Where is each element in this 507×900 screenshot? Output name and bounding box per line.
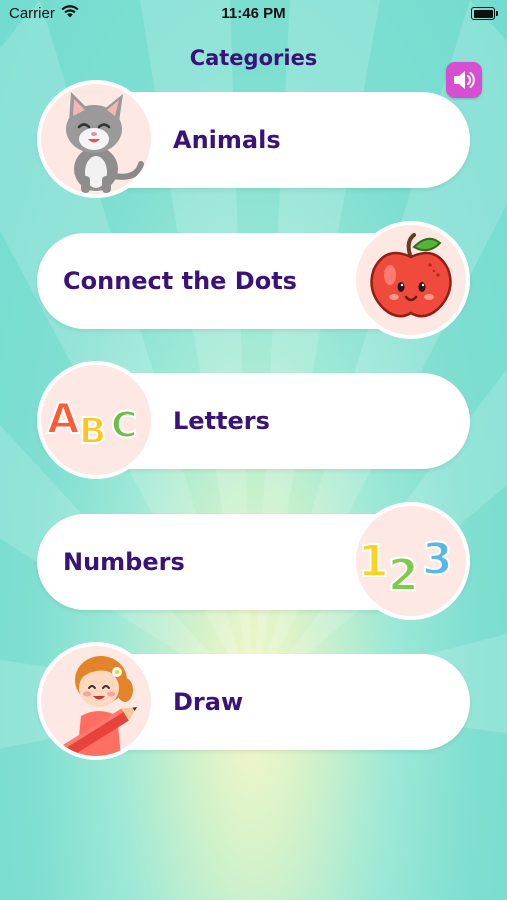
battery-icon [471, 7, 498, 20]
svg-text:B: B [79, 411, 106, 452]
svg-text:3: 3 [422, 534, 453, 585]
category-label: Animals [173, 126, 281, 154]
speaker-icon [454, 71, 475, 89]
girl-with-pencil-icon[interactable] [37, 642, 155, 760]
svg-text:C: C [111, 405, 137, 446]
svg-text:2: 2 [388, 550, 419, 601]
sound-toggle-button[interactable] [446, 62, 482, 98]
category-label: Draw [173, 688, 244, 716]
page-title: Categories [189, 46, 318, 70]
status-bar: Carrier 11:46 PM [0, 0, 507, 28]
svg-text:A: A [47, 394, 80, 443]
numbers-123-icon[interactable]: 1 2 3 [352, 502, 470, 620]
category-label: Letters [173, 407, 270, 435]
cat-icon[interactable] [37, 80, 155, 198]
status-time: 11:46 PM [221, 5, 286, 22]
category-label: Connect the Dots [63, 267, 297, 295]
svg-text:1: 1 [358, 536, 389, 587]
category-label: Numbers [63, 548, 185, 576]
abc-letters-icon[interactable]: A B C [37, 361, 155, 479]
apple-icon[interactable] [352, 221, 470, 339]
